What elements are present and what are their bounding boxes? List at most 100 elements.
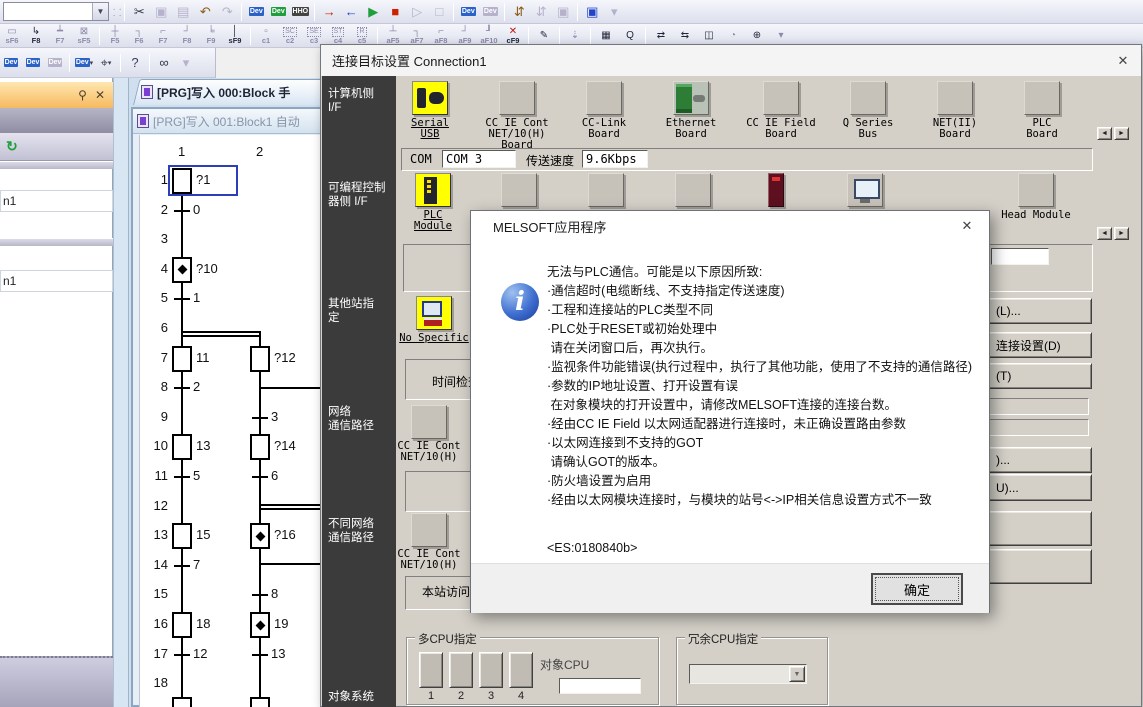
pc-if-device-label[interactable]: PLC Board — [997, 118, 1087, 140]
coexist-route-device-icon[interactable] — [411, 513, 447, 547]
dropdown-arrow-icon[interactable]: ▼ — [789, 666, 805, 682]
tab-block0-label-wrap[interactable]: [PRG]写入 000:Block 手 — [141, 83, 319, 101]
sfc-F9-button[interactable]: ╘F9 — [199, 25, 223, 47]
pc-if-device-label[interactable]: CC-Link Board — [559, 118, 649, 140]
pc-if-device-icon[interactable] — [673, 81, 709, 115]
network-route-device-label[interactable]: CC IE Cont NET/10(H) — [384, 441, 474, 463]
sfc-step[interactable] — [250, 346, 270, 372]
sfc-transition[interactable] — [252, 476, 268, 478]
scroll-right-icon[interactable]: ► — [1114, 127, 1129, 140]
scroll-left-icon[interactable]: ◄ — [1097, 227, 1112, 240]
sfc-sF5-button[interactable]: ⊠sF5 — [72, 25, 96, 47]
pc-if-device-icon[interactable] — [763, 81, 799, 115]
pc-if-device-label[interactable]: Serial USB — [385, 118, 475, 140]
sfc-transition[interactable] — [174, 387, 190, 389]
sfc-sF9-button[interactable]: │sF9 — [223, 25, 247, 47]
copy-icon[interactable]: ▣ — [150, 2, 172, 22]
pc-if-device-icon[interactable] — [850, 81, 886, 115]
com-port-field[interactable]: COM 3 — [442, 150, 516, 168]
network-route-device-icon[interactable] — [411, 405, 447, 439]
target-cpu-field[interactable] — [559, 678, 641, 694]
other-station-device-icon[interactable] — [416, 296, 452, 330]
sfc-F8-button[interactable]: ↳F8 — [24, 25, 48, 47]
sfc-c1-button[interactable]: ▫c1 — [254, 25, 278, 47]
sfc-transition[interactable] — [252, 594, 268, 596]
pc-if-device-label[interactable]: CC IE Field Board — [736, 118, 826, 140]
combo-dropdown-icon[interactable]: ▼ — [92, 3, 108, 20]
sfc-step[interactable] — [172, 434, 192, 460]
ok-button[interactable]: 确定 — [871, 573, 963, 605]
pc-if-device-label[interactable]: Ethernet Board — [646, 118, 736, 140]
other-station-device-label[interactable]: No Specific — [389, 333, 479, 344]
toolbar1-overflow[interactable]: ▾ — [603, 2, 625, 22]
sfc-transition[interactable] — [174, 565, 190, 567]
sfc-transition[interactable] — [174, 298, 190, 300]
monitor-stop-icon[interactable]: ■ — [384, 2, 406, 22]
monitor-resume-icon[interactable]: □ — [428, 2, 450, 22]
panel-footer[interactable] — [0, 656, 113, 707]
plc-if-device-icon[interactable] — [1018, 173, 1054, 207]
connection-item[interactable]: n1 — [0, 270, 113, 292]
device-test-icon[interactable]: Dev — [479, 2, 501, 22]
sfc-F7-button[interactable]: ┷F7 — [48, 25, 72, 47]
pc-if-device-icon[interactable] — [937, 81, 973, 115]
vertical-splitter[interactable] — [113, 78, 129, 707]
sfc-F6-button[interactable]: ┐F6 — [127, 25, 151, 47]
sfc-transition[interactable] — [174, 210, 190, 212]
cpu-1-button[interactable] — [419, 652, 443, 688]
hho-monitor-icon[interactable]: HHO — [289, 2, 311, 22]
sfc-selection[interactable] — [168, 165, 238, 196]
help-icon[interactable]: ? — [124, 53, 146, 73]
close-icon[interactable]: ✕ — [95, 88, 105, 102]
pin-icon[interactable]: ⚲ — [78, 88, 87, 102]
device-batch-icon[interactable]: Dev — [457, 2, 479, 22]
station-no-field[interactable] — [991, 248, 1049, 265]
sfc-step[interactable] — [250, 697, 270, 707]
plc-if-device-icon[interactable] — [768, 173, 784, 207]
pc-if-device-icon[interactable] — [412, 81, 448, 115]
scroll-right-icon[interactable]: ► — [1114, 227, 1129, 240]
monitor-pause-icon[interactable]: ▷ — [406, 2, 428, 22]
child-window-titlebar[interactable]: [PRG]写入 001:Block1 自动 — [133, 109, 320, 134]
write-to-plc-icon[interactable]: → — [318, 2, 340, 22]
read-from-plc-icon[interactable]: ← — [340, 2, 362, 22]
cut-icon[interactable]: ✂ — [128, 2, 150, 22]
device-monitor-icon[interactable]: Dev — [267, 2, 289, 22]
sfc-transition[interactable] — [174, 476, 190, 478]
plc-if-device-label[interactable]: Head Module — [991, 210, 1081, 221]
sfc-transition[interactable] — [252, 654, 268, 656]
sfc-transition[interactable] — [252, 417, 268, 419]
coexist-route-device-label[interactable]: CC IE Cont NET/10(H) — [384, 549, 474, 571]
pc-if-device-icon[interactable] — [586, 81, 622, 115]
pc-if-device-label[interactable]: CC IE Cont NET/10(H) Board — [472, 118, 562, 151]
plc-if-device-icon[interactable] — [588, 173, 624, 207]
redo-icon[interactable]: ↷ — [216, 2, 238, 22]
undo-icon[interactable]: ↶ — [194, 2, 216, 22]
sfc-step[interactable] — [172, 612, 192, 638]
sfc-step[interactable] — [172, 523, 192, 549]
cpu-2-button[interactable] — [449, 652, 473, 688]
cpu-4-button[interactable] — [509, 652, 533, 688]
dialog-close-icon[interactable]: ✕ — [1111, 50, 1135, 71]
error-dialog-titlebar[interactable]: MELSOFT应用程序 — [471, 211, 989, 241]
program-check-icon[interactable]: ⇵ — [530, 2, 552, 22]
sfc-F8-button[interactable]: ┘F8 — [175, 25, 199, 47]
plc-if-device-label[interactable]: PLC Module — [388, 210, 478, 232]
program-combo[interactable]: ▼ — [3, 2, 109, 21]
device-find-icon[interactable]: Dev — [245, 2, 267, 22]
sfc-F7-button[interactable]: ⌐F7 — [151, 25, 175, 47]
device-display-menu[interactable]: Dev▾ — [73, 53, 95, 73]
device-memory-icon[interactable]: Dev — [22, 53, 44, 73]
toolbar3-overflow[interactable]: ▾ — [175, 53, 197, 73]
refresh-icon[interactable]: ↻ — [6, 138, 18, 155]
error-close-icon[interactable]: ✕ — [955, 215, 979, 236]
plc-security-icon[interactable]: ▣ — [581, 2, 603, 22]
dialog-titlebar[interactable]: 连接目标设置 Connection1 — [321, 45, 1141, 76]
program-copy-icon[interactable]: ▣ — [552, 2, 574, 22]
plc-if-device-icon[interactable] — [415, 173, 451, 207]
connection-item[interactable]: n1 — [0, 190, 113, 212]
pc-if-device-label[interactable]: Q Series Bus — [823, 118, 913, 140]
device-ccl-icon[interactable]: Dev — [44, 53, 66, 73]
sfc-F5-button[interactable]: ┼F5 — [103, 25, 127, 47]
sfc-c2-button[interactable]: SCc2 — [278, 25, 302, 47]
